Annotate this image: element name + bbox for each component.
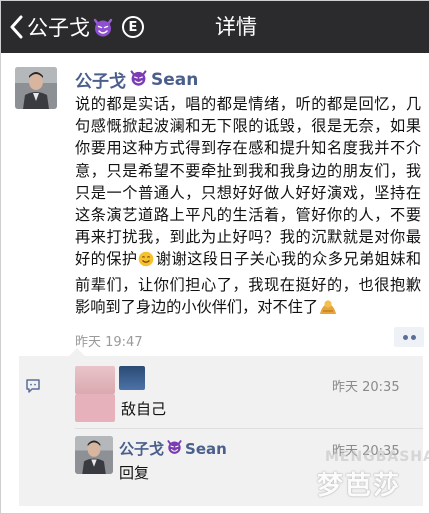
reply-author-name-link[interactable]: 公子戈 Sean: [119, 438, 227, 459]
reply-author-suffix: Sean: [185, 439, 227, 458]
post-text-part1: 说的都是实话，唱的都是情绪，听的都是回忆，几句感慨掀起波澜和无下限的诋毁，很是无…: [75, 95, 421, 269]
chevron-left-icon: [10, 15, 23, 39]
reply-author-name: 公子戈: [119, 440, 165, 458]
moments-detail-screen: 公子戈 E 详情 公子戈 Sean 说的都是实话，唱的都是情绪，听的都是回忆，几…: [0, 0, 430, 514]
post-timestamp: 昨天 19:47: [75, 335, 143, 350]
author-name: 公子戈: [75, 72, 126, 92]
post-text: 说的都是实话，唱的都是情绪，听的都是回忆，几句感慨掀起波澜和无下限的诋毁，很是无…: [75, 93, 421, 321]
blurred-commenter-name: [119, 366, 145, 390]
smile-emoji-icon: [138, 251, 154, 273]
reply-text[interactable]: 回复: [119, 462, 149, 483]
bow-emoji-icon: [319, 299, 337, 321]
badge-icon: E: [122, 16, 144, 38]
comment-timestamp: 昨天 20:35: [332, 380, 400, 395]
comment-icon: [25, 378, 41, 398]
comment-divider: [75, 428, 423, 429]
author-avatar[interactable]: [15, 67, 57, 109]
reply-timestamp: 昨天 20:35: [332, 444, 400, 459]
more-dots-icon: [402, 334, 408, 340]
blurred-avatar: [75, 394, 115, 422]
back-label: 公子戈: [27, 16, 90, 40]
comment-text[interactable]: 敌自己: [121, 398, 166, 419]
devil-emoji-icon: [129, 68, 148, 92]
author-name-link[interactable]: 公子戈 Sean: [75, 67, 199, 93]
reply-author-avatar[interactable]: [75, 436, 113, 474]
author-name-suffix: Sean: [151, 69, 199, 90]
devil-emoji-icon: [166, 438, 183, 459]
back-button[interactable]: 公子戈 E: [9, 11, 144, 43]
devil-emoji-icon: [92, 16, 114, 38]
navigation-bar: 公子戈 E 详情: [1, 1, 429, 53]
comments-section: 昨天 20:35 敌自己 公子戈 Sean 昨天 20:35 回复: [19, 348, 423, 506]
more-options-button[interactable]: [394, 327, 424, 347]
blurred-avatar: [75, 366, 115, 394]
